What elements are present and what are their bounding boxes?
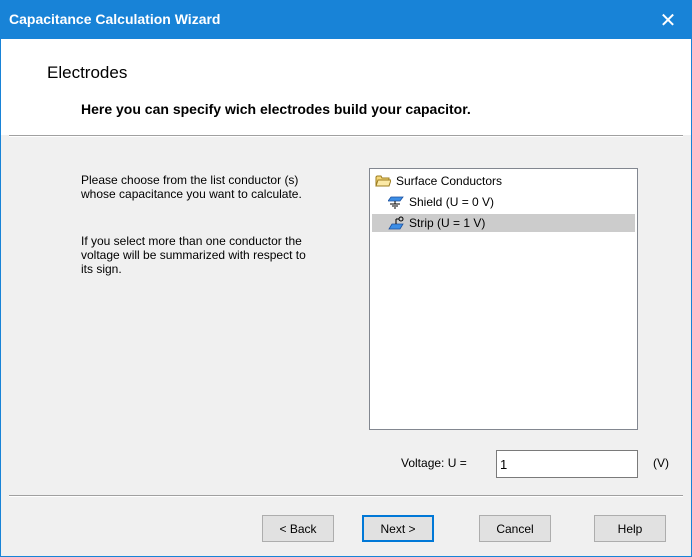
description-line: voltage will be summarized with respect … xyxy=(81,248,306,262)
voltage-unit: (V) xyxy=(653,456,669,470)
back-button[interactable]: < Back xyxy=(262,515,334,542)
tree-root-surface-conductors[interactable]: Surface Conductors xyxy=(375,172,502,190)
window-title: Capacitance Calculation Wizard xyxy=(9,11,221,27)
help-button[interactable]: Help xyxy=(594,515,666,542)
description-line: whose capacitance you want to calculate. xyxy=(81,187,302,201)
voltage-input[interactable] xyxy=(496,450,638,478)
folder-icon xyxy=(375,173,391,189)
footer-divider xyxy=(9,495,683,497)
strip-conductor-icon xyxy=(388,215,404,231)
cancel-button[interactable]: Cancel xyxy=(479,515,551,542)
voltage-label: Voltage: U = xyxy=(401,456,467,470)
page-title: Electrodes xyxy=(47,63,128,82)
tree-item-label: Strip (U = 1 V) xyxy=(409,216,486,230)
description-text-1: Please choose from the list conductor (s… xyxy=(81,173,361,201)
header-divider xyxy=(9,135,683,137)
tree-item-strip[interactable]: Strip (U = 1 V) xyxy=(372,214,635,232)
tree-item-shield[interactable]: Shield (U = 0 V) xyxy=(388,193,634,211)
next-button[interactable]: Next > xyxy=(362,515,434,542)
description-line: If you select more than one conductor th… xyxy=(81,234,302,248)
tree-root-label: Surface Conductors xyxy=(396,174,503,188)
description-line: its sign. xyxy=(81,262,122,276)
page-subtitle: Here you can specify wich electrodes bui… xyxy=(81,101,471,117)
title-bar[interactable]: Capacitance Calculation Wizard ✕ xyxy=(1,1,691,39)
close-button[interactable]: ✕ xyxy=(645,1,691,39)
wizard-window: Capacitance Calculation Wizard ✕ Electro… xyxy=(0,0,692,557)
ground-conductor-icon xyxy=(388,194,404,210)
description-text-2: If you select more than one conductor th… xyxy=(81,234,361,276)
wizard-header: Electrodes Here you can specify wich ele… xyxy=(1,39,691,135)
description-line: Please choose from the list conductor (s… xyxy=(81,173,299,187)
tree-item-label: Shield (U = 0 V) xyxy=(409,195,495,209)
conductor-tree[interactable]: Surface Conductors Shield (U = 0 V) Stri… xyxy=(369,168,638,430)
